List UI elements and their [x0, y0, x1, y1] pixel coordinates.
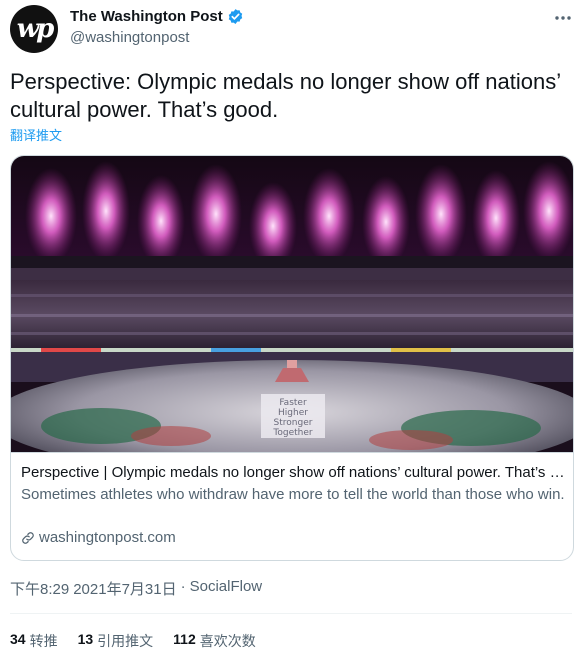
tweet-stats: 34 转推 13 引用推文 112 喜欢次数: [10, 631, 256, 651]
likes-stat[interactable]: 112 喜欢次数: [173, 631, 256, 651]
retweets-count: 34: [10, 631, 26, 647]
card-domain-row: washingtonpost.com: [21, 529, 176, 546]
tweet-text: Perspective: Olympic medals no longer sh…: [10, 69, 561, 122]
tweet-date[interactable]: 2021年7月31日: [73, 578, 176, 599]
quotes-count: 13: [77, 631, 94, 647]
link-card[interactable]: Faster Higher Stronger Together Perspect…: [10, 155, 574, 561]
sign-line-1: Faster: [279, 398, 307, 408]
card-title: Perspective | Olympic medals no longer s…: [21, 464, 566, 481]
author-handle[interactable]: @washingtonpost: [70, 29, 189, 46]
verified-badge-icon: [227, 8, 244, 25]
divider: [10, 613, 572, 614]
card-description: Sometimes athletes who withdraw have mor…: [21, 486, 565, 503]
avatar-logo: wp: [16, 14, 55, 44]
meta-separator: ·: [180, 578, 186, 595]
card-domain: washingtonpost.com: [39, 529, 176, 546]
author-name-row: The Washington Post: [70, 8, 244, 25]
quotes-stat[interactable]: 13 引用推文: [78, 631, 154, 651]
translate-tweet-link[interactable]: 翻译推文: [10, 125, 62, 144]
retweets-label: 转推: [29, 633, 58, 649]
retweets-stat[interactable]: 34 转推: [10, 631, 58, 651]
tweet: wp The Washington Post @washingtonpost P…: [0, 0, 580, 652]
avatar[interactable]: wp: [10, 5, 58, 53]
more-options-icon[interactable]: [553, 8, 573, 28]
card-body[interactable]: Perspective | Olympic medals no longer s…: [11, 452, 573, 560]
sign-line-4: Together: [272, 428, 312, 438]
card-image: Faster Higher Stronger Together: [11, 156, 573, 452]
likes-label: 喜欢次数: [199, 633, 256, 649]
quotes-label: 引用推文: [97, 633, 154, 649]
sign-line-2: Higher: [278, 408, 308, 418]
sign-line-3: Stronger: [274, 418, 313, 428]
likes-count: 112: [173, 631, 196, 647]
tweet-meta: 下午8:29 2021年7月31日 · SocialFlow: [10, 578, 262, 599]
author-display-name[interactable]: The Washington Post: [70, 8, 223, 25]
link-icon: [21, 531, 35, 545]
tweet-time[interactable]: 下午8:29: [10, 578, 69, 599]
stadium-fireworks-image: Faster Higher Stronger Together: [11, 156, 573, 452]
tweet-source: SocialFlow: [189, 578, 263, 595]
